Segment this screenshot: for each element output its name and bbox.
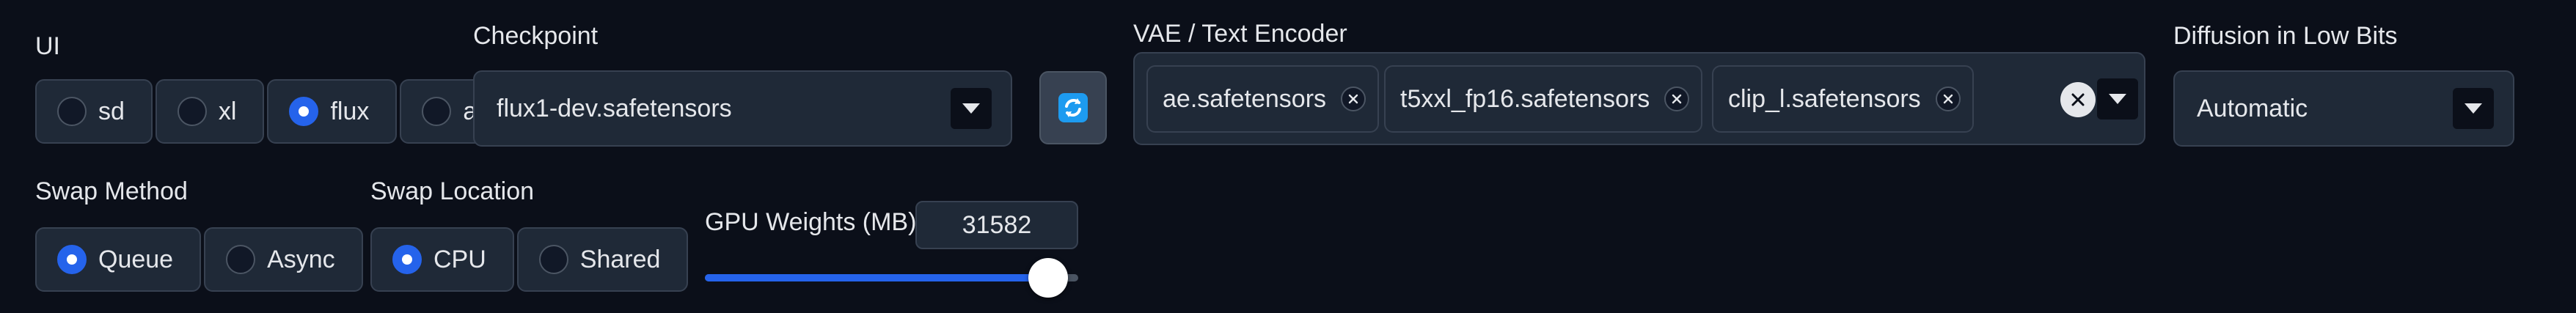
swap-location-label: Swap Location <box>370 177 535 205</box>
ui-radio-group: sd xl flux all <box>35 79 516 144</box>
ui-option-sd[interactable]: sd <box>35 79 153 144</box>
radio-circle[interactable] <box>422 97 452 126</box>
gpu-weights-slider-thumb[interactable] <box>1028 258 1069 298</box>
swap-method-option-async[interactable]: Async <box>204 227 363 292</box>
radio-circle[interactable] <box>226 245 256 274</box>
radio-circle[interactable] <box>177 97 207 126</box>
vae-tag-label: ae.safetensors <box>1163 84 1327 113</box>
vae-multiselect[interactable]: ae.safetensors t5xxl_fp16.safetensors cl… <box>1133 52 2145 145</box>
radio-circle[interactable] <box>538 245 568 274</box>
clear-all-icon[interactable] <box>2060 82 2096 117</box>
ui-option-label: xl <box>218 97 237 125</box>
chevron-down-icon[interactable] <box>2097 78 2138 119</box>
swap-location-option-label: Shared <box>579 245 661 273</box>
swap-method-label: Swap Method <box>35 177 188 205</box>
radio-circle[interactable] <box>57 97 87 126</box>
diffusion-dropdown[interactable]: Automatic <box>2173 70 2514 147</box>
checkpoint-dropdown[interactable]: flux1-dev.safetensors <box>473 70 1012 147</box>
checkpoint-label: Checkpoint <box>473 22 599 50</box>
chevron-down-icon[interactable] <box>951 88 992 129</box>
vae-tag: ae.safetensors <box>1146 65 1380 133</box>
swap-method-option-queue[interactable]: Queue <box>35 227 202 292</box>
ui-option-label: flux <box>330 97 370 125</box>
swap-location-option-label: CPU <box>433 245 486 273</box>
diffusion-label: Diffusion in Low Bits <box>2173 22 2398 50</box>
radio-circle[interactable] <box>57 245 87 274</box>
swap-method-radio-group: Queue Async <box>35 227 363 292</box>
gpu-weights-slider-fill <box>705 274 1049 281</box>
ui-label: UI <box>35 32 60 60</box>
swap-method-option-label: Async <box>267 245 335 273</box>
checkpoint-value: flux1-dev.safetensors <box>497 94 732 122</box>
gpu-weights-input[interactable] <box>915 201 1078 249</box>
ui-option-label: sd <box>98 97 125 125</box>
vae-tag: t5xxl_fp16.safetensors <box>1384 65 1703 133</box>
diffusion-value: Automatic <box>2197 94 2308 122</box>
swap-method-option-label: Queue <box>98 245 174 273</box>
refresh-button[interactable] <box>1039 71 1107 144</box>
close-icon[interactable] <box>1341 86 1366 111</box>
vae-tag-label: t5xxl_fp16.safetensors <box>1400 84 1650 113</box>
ui-option-flux[interactable]: flux <box>267 79 398 144</box>
swap-location-option-shared[interactable]: Shared <box>516 227 689 292</box>
close-icon[interactable] <box>1935 86 1961 111</box>
vae-tag: clip_l.safetensors <box>1712 65 1974 133</box>
radio-circle[interactable] <box>289 97 319 126</box>
swap-location-option-cpu[interactable]: CPU <box>370 227 514 292</box>
vae-label: VAE / Text Encoder <box>1133 20 1347 48</box>
close-icon[interactable] <box>1664 86 1690 111</box>
gpu-weights-label: GPU Weights (MB) <box>705 208 917 236</box>
vae-tag-label: clip_l.safetensors <box>1728 84 1921 113</box>
swap-location-radio-group: CPU Shared <box>370 227 689 292</box>
chevron-down-icon[interactable] <box>2453 88 2494 129</box>
ui-option-xl[interactable]: xl <box>155 79 265 144</box>
radio-circle[interactable] <box>392 245 422 274</box>
refresh-icon <box>1058 93 1088 122</box>
